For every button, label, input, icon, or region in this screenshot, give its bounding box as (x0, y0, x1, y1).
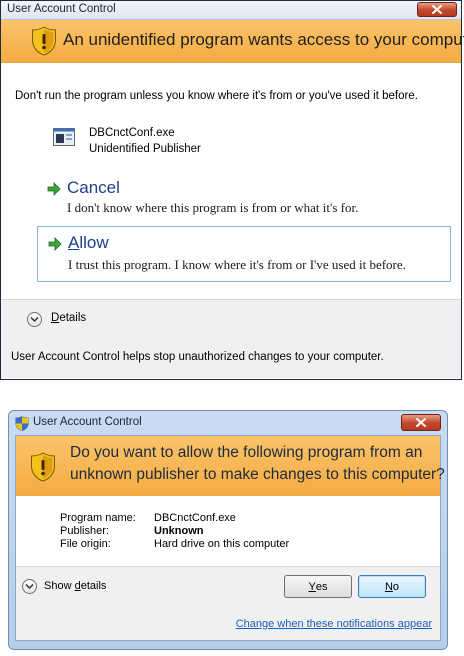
footer-text: User Account Control helps stop unauthor… (11, 351, 384, 363)
chevron-down-icon (30, 316, 39, 323)
publisher-label: Publisher: (60, 525, 109, 537)
question-banner: Do you want to allow the following progr… (16, 436, 445, 496)
action-bar: Show details Yes No (16, 566, 440, 608)
chevron-down-icon (25, 583, 34, 590)
cancel-label: Cancel (67, 178, 120, 197)
allow-command-link[interactable]: Allow I trust this program. I know where… (37, 226, 451, 282)
uac-dialog-win7: User Account Control Do you want to allo… (8, 410, 448, 650)
close-button[interactable] (417, 2, 457, 17)
change-notifications-link[interactable]: Change when these notifications appear (236, 618, 432, 630)
shield-warning-icon (31, 452, 55, 482)
intro-text: Don't run the program unless you know wh… (15, 90, 418, 102)
info-row-origin: File origin: Hard drive on this computer (60, 538, 289, 551)
cancel-description: I don't know where this program is from … (67, 200, 359, 215)
details-bar: Details (1, 299, 461, 341)
warning-banner: An unidentified program wants access to … (1, 20, 464, 63)
allow-label: Allow (68, 233, 109, 252)
details-toggle[interactable] (27, 312, 42, 327)
title-bar: User Account Control (1, 1, 461, 20)
window-title: User Account Control (33, 416, 142, 428)
show-details-link[interactable]: Show details (44, 580, 106, 592)
program-name: DBCnctConf.exe (89, 127, 175, 139)
title-bar: User Account Control (9, 411, 447, 435)
program-name-label: Program name: (60, 512, 136, 524)
info-row-publisher: Publisher: Unknown (60, 525, 289, 538)
publisher-name: Unidentified Publisher (89, 143, 201, 155)
green-arrow-icon (47, 182, 61, 196)
shield-warning-icon (32, 26, 56, 56)
dialog-heading: An unidentified program wants access to … (63, 30, 464, 49)
uac-shield-icon (15, 416, 29, 431)
allow-description: I trust this program. I know where it's … (68, 257, 406, 272)
program-name-value: DBCnctConf.exe (154, 512, 236, 524)
file-origin-label: File origin: (60, 538, 111, 550)
details-link[interactable]: Details (51, 312, 86, 324)
close-icon (416, 418, 426, 427)
yes-button[interactable]: Yes (284, 575, 352, 598)
footer: User Account Control helps stop unauthor… (1, 340, 461, 378)
program-info: Program name: DBCnctConf.exe Publisher: Un… (60, 512, 289, 551)
uac-dialog-vista: User Account Control An unidentified pro… (0, 0, 464, 380)
close-icon (432, 5, 442, 14)
file-origin-value: Hard drive on this computer (154, 538, 290, 550)
publisher-value: Unknown (154, 525, 204, 537)
window-title: User Account Control (7, 3, 116, 15)
link-area: Change when these notifications appear (16, 607, 440, 640)
program-icon (53, 128, 75, 146)
show-details-toggle[interactable] (22, 579, 37, 594)
close-button[interactable] (401, 414, 441, 431)
info-row-program: Program name: DBCnctConf.exe (60, 512, 289, 525)
question-line-1: Do you want to allow the following progr… (70, 444, 423, 461)
no-button[interactable]: No (358, 575, 426, 598)
question-line-2: unknown publisher to make changes to thi… (70, 466, 445, 483)
cancel-command-link[interactable]: Cancel I don't know where this program i… (37, 178, 451, 222)
dialog-content: Do you want to allow the following progr… (15, 435, 445, 641)
green-arrow-icon (48, 237, 62, 251)
